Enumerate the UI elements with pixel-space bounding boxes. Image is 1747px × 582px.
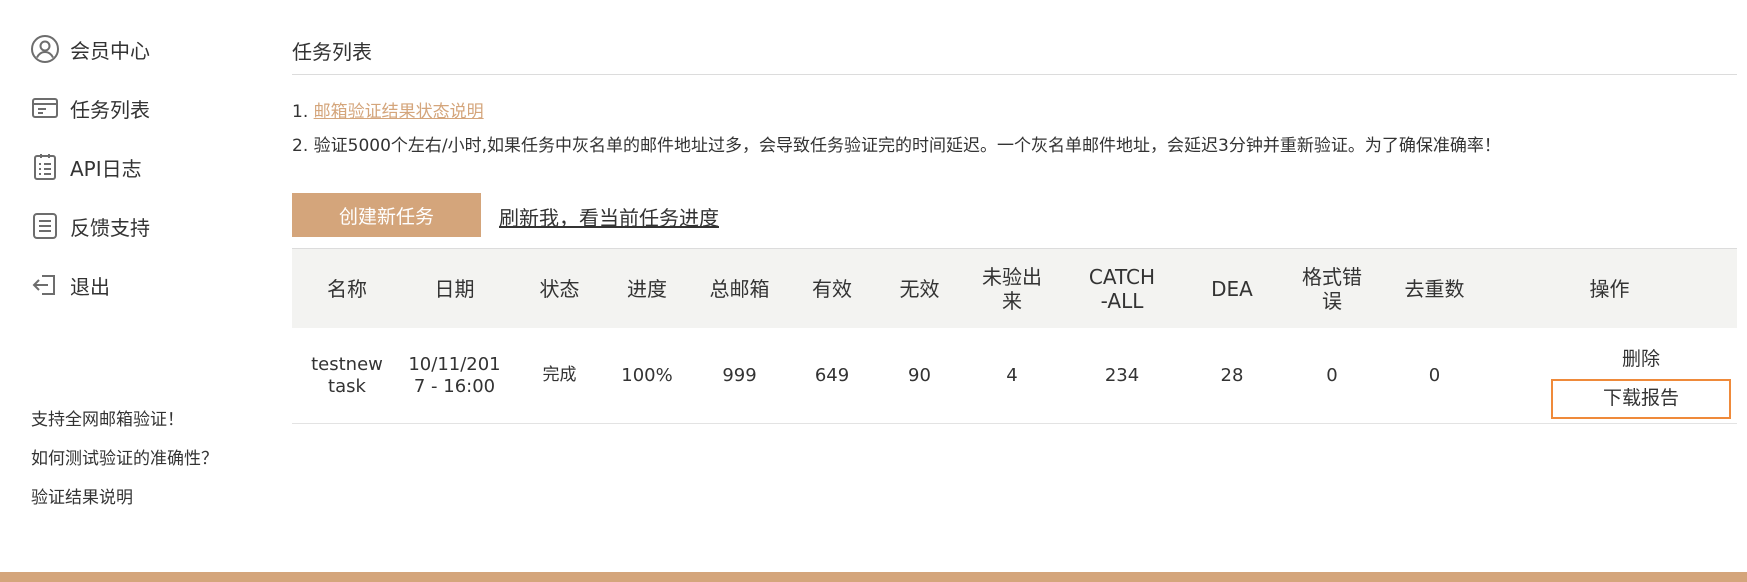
cell-date: 10/11/201 7 - 16:00	[392, 328, 517, 423]
sidebar-item-label: 会员中心	[70, 38, 150, 63]
header-unverified-line1: 未验出	[982, 264, 1042, 289]
cell-valid: 649	[814, 364, 850, 386]
cell-format-error: 0	[1326, 364, 1338, 386]
header-format-line2: 误	[1322, 288, 1342, 313]
sidebar-item-member-center[interactable]: 会员中心	[28, 29, 150, 69]
cell-total: 999	[722, 364, 757, 386]
header-format-line1: 格式错	[1302, 264, 1362, 289]
user-circle-icon	[28, 32, 62, 66]
cell-progress: 100%	[621, 364, 673, 386]
cell-name-line1: testnew	[311, 353, 383, 375]
delete-link[interactable]: 删除	[1622, 348, 1660, 371]
status-explanation-link[interactable]: 邮箱验证结果状态说明	[314, 102, 484, 122]
sidebar-item-label: API日志	[70, 156, 142, 181]
table-row: testnew task 10/11/201 7 - 16:00 完成 100%…	[292, 328, 1737, 424]
cell-date-line2: 7 - 16:00	[413, 375, 496, 397]
sidebar-item-api-log[interactable]: API日志	[28, 147, 142, 187]
header-name: 名称	[327, 276, 367, 301]
header-unverified: 未验出 来	[962, 249, 1062, 328]
cell-invalid: 90	[908, 364, 931, 386]
note-1-prefix: 1.	[292, 102, 314, 122]
header-invalid: 无效	[899, 276, 940, 301]
sidebar-item-label: 退出	[70, 274, 110, 299]
footer-bar	[0, 572, 1747, 582]
sidebar-item-task-list[interactable]: 任务列表	[28, 88, 150, 128]
note-1: 1. 邮箱验证结果状态说明	[292, 97, 484, 122]
cell-dedup: 0	[1428, 364, 1441, 386]
cell-name-line2: task	[328, 375, 366, 397]
cell-ops: 删除 下载报告	[1549, 328, 1733, 423]
task-list-icon	[28, 91, 62, 125]
header-total: 总邮箱	[709, 276, 770, 301]
link-how-to-test-accuracy[interactable]: 如何测试验证的准确性？	[31, 444, 218, 469]
title-divider	[292, 74, 1737, 75]
header-progress: 进度	[627, 276, 667, 301]
header-dedup: 去重数	[1404, 276, 1465, 301]
header-ops: 操作	[1589, 276, 1630, 301]
cell-date-line1: 10/11/201	[408, 353, 501, 375]
sidebar-item-logout[interactable]: 退出	[28, 265, 110, 305]
note-2: 2. 验证5000个左右/小时,如果任务中灰名单的邮件地址过多，会导致任务验证完…	[292, 136, 1501, 156]
header-catchall-line1: CATCH	[1088, 264, 1156, 289]
cell-dea: 28	[1220, 364, 1244, 386]
header-catchall-line2: -ALL	[1100, 288, 1144, 313]
header-unverified-line2: 来	[1002, 288, 1022, 313]
download-report-link[interactable]: 下载报告	[1551, 378, 1731, 419]
clipboard-list-icon	[28, 150, 62, 184]
sidebar-item-feedback[interactable]: 反馈支持	[28, 206, 150, 246]
header-format-error: 格式错 误	[1282, 249, 1382, 328]
logout-icon	[28, 268, 62, 302]
refresh-progress-link[interactable]: 刷新我，看当前任务进度	[499, 202, 719, 231]
sidebar-item-label: 任务列表	[70, 97, 150, 122]
create-task-button[interactable]: 创建新任务	[292, 193, 481, 237]
link-result-explanation[interactable]: 验证结果说明	[31, 483, 133, 508]
cell-catchall: 234	[1104, 364, 1140, 386]
header-dea: DEA	[1211, 276, 1253, 301]
header-catchall: CATCH -ALL	[1062, 249, 1182, 328]
cell-status: 完成	[542, 365, 577, 386]
feedback-icon	[28, 209, 62, 243]
link-support-all-mailboxes[interactable]: 支持全网邮箱验证！	[31, 405, 184, 430]
header-status: 状态	[539, 276, 580, 301]
cell-unverified: 4	[1006, 364, 1018, 386]
header-valid: 有效	[812, 276, 852, 301]
sidebar: 会员中心 任务列表 API日志 反馈支持 退出 支持全网邮箱验证！ 如何测试验证…	[0, 0, 250, 570]
page-title: 任务列表	[292, 40, 372, 64]
header-date: 日期	[434, 276, 475, 301]
sidebar-item-label: 反馈支持	[70, 215, 150, 240]
table-header: 名称 日期 状态 进度 总邮箱 有效 无效 未验出 来 CATCH -ALL D…	[292, 248, 1737, 328]
cell-name: testnew task	[302, 328, 392, 423]
